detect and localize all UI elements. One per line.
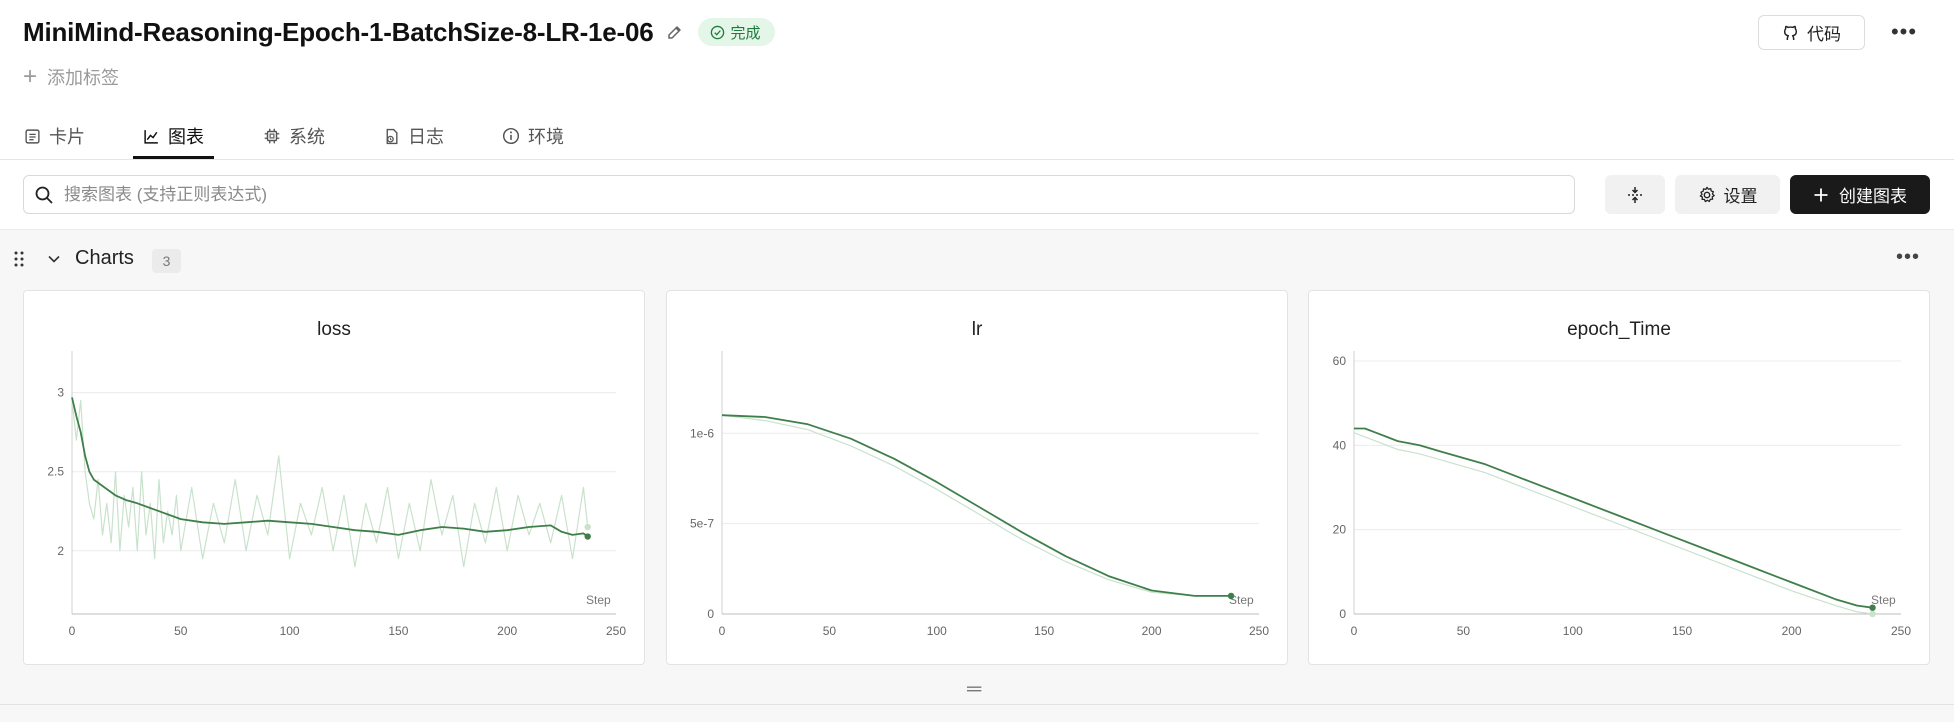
raw-series-line (71, 399, 589, 568)
y-tick-label: 20 (1333, 523, 1347, 537)
y-tick-label: 0 (707, 607, 714, 621)
x-tick-label: 50 (1457, 624, 1471, 638)
chip-icon (264, 128, 280, 144)
tab-environment-label: 环境 (528, 127, 564, 147)
y-tick-label: 5e-7 (690, 517, 714, 531)
x-tick-label: 150 (388, 624, 408, 638)
raw-last-point (1869, 610, 1876, 618)
tab-charts[interactable]: 图表 (133, 113, 214, 159)
title-row: MiniMind-Reasoning-Epoch-1-BatchSize-8-L… (23, 14, 775, 50)
gear-icon (1699, 186, 1715, 202)
settings-button[interactable]: 设置 (1675, 175, 1780, 214)
status-badge: 完成 (697, 18, 775, 46)
y-tick-label: 2.5 (47, 465, 64, 479)
raw-last-point (584, 523, 591, 531)
chart-loss: 2 2.5 3 0 50 100 150 200 250 Step (47, 351, 626, 638)
smoothed-last-point (1869, 604, 1876, 611)
github-icon (1783, 25, 1798, 40)
x-tick-label: 250 (606, 624, 626, 638)
x-tick-label: 50 (174, 624, 188, 638)
x-tick-label: 0 (719, 624, 726, 638)
tab-system[interactable]: 系统 (263, 113, 325, 159)
tab-logs-label: 日志 (408, 127, 444, 147)
plus-icon: + (23, 63, 38, 90)
tab-system-label: 系统 (289, 127, 325, 147)
group-more-icon[interactable]: ••• (1896, 246, 1920, 269)
add-tag-label: 添加标签 (47, 68, 120, 88)
code-button-label: 代码 (1807, 25, 1841, 44)
collapse-all-button[interactable] (1605, 175, 1665, 214)
search-input[interactable] (64, 184, 1574, 205)
tab-charts-label: 图表 (168, 127, 204, 147)
x-tick-label: 100 (927, 624, 947, 638)
resize-handle-icon[interactable]: ═ (967, 678, 981, 701)
search-icon (35, 186, 53, 203)
tab-card-label: 卡片 (49, 127, 85, 147)
x-tick-label: 100 (280, 624, 300, 638)
edit-icon[interactable] (664, 21, 686, 43)
more-options-icon[interactable]: ••• (1888, 18, 1920, 46)
smoothed-series-line (721, 414, 1232, 597)
x-tick-label: 50 (823, 624, 837, 638)
run-header: MiniMind-Reasoning-Epoch-1-BatchSize-8-L… (0, 0, 1954, 160)
run-title: MiniMind-Reasoning-Epoch-1-BatchSize-8-L… (23, 16, 654, 47)
chart-epoch-time: 0 20 40 60 0 50 100 150 200 250 Step (1333, 351, 1911, 638)
chart-group-header: Charts 3 ••• (0, 244, 1954, 276)
smoothed-last-point (1227, 592, 1235, 600)
chart-toolbar: 设置 创建图表 (0, 160, 1954, 230)
raw-series-line (1353, 432, 1873, 615)
chart-card-loss[interactable]: loss 2 2.5 3 0 50 100 150 200 250 Step (23, 290, 645, 665)
check-circle-icon (710, 25, 724, 39)
y-tick-label: 2 (57, 544, 64, 558)
divider (0, 704, 1954, 705)
x-tick-label: 100 (1563, 624, 1583, 638)
create-chart-label: 创建图表 (1839, 187, 1907, 206)
status-label: 完成 (730, 24, 761, 42)
smoothed-last-point (584, 533, 591, 540)
x-tick-label: 150 (1034, 624, 1054, 638)
group-title: Charts (75, 247, 134, 269)
create-chart-button[interactable]: 创建图表 (1790, 175, 1930, 214)
chevron-down-icon[interactable] (46, 251, 62, 272)
search-box (23, 175, 1575, 214)
chart-card-lr[interactable]: lr 0 5e-7 1e-6 0 50 100 150 200 250 Step (666, 290, 1288, 665)
add-tag-button[interactable]: + 添加标签 (23, 64, 119, 90)
drag-handle-icon[interactable] (13, 250, 25, 273)
card-icon (25, 128, 40, 144)
group-count-badge: 3 (152, 249, 181, 273)
x-axis-label: Step (586, 593, 611, 607)
settings-label: 设置 (1723, 187, 1758, 206)
x-tick-label: 200 (1782, 624, 1802, 638)
y-tick-label: 40 (1333, 438, 1347, 452)
code-button[interactable]: 代码 (1758, 15, 1865, 50)
y-tick-label: 3 (57, 386, 64, 400)
log-icon (386, 128, 398, 144)
y-tick-label: 1e-6 (690, 426, 714, 440)
collapse-icon (1628, 186, 1642, 203)
tab-card[interactable]: 卡片 (24, 113, 85, 159)
x-tick-label: 250 (1249, 624, 1269, 638)
info-icon (502, 127, 520, 145)
x-tick-label: 200 (497, 624, 517, 638)
chart-card-epoch-time[interactable]: epoch_Time 0 20 40 60 0 50 100 150 200 250 Step (1308, 290, 1930, 665)
x-tick-label: 0 (69, 624, 76, 638)
x-tick-label: 0 (1351, 624, 1358, 638)
tab-environment[interactable]: 环境 (502, 113, 564, 159)
chart-lr: 05e-71e-60 50 100 150 200 250Step (690, 351, 1269, 638)
x-tick-label: 250 (1891, 624, 1911, 638)
x-tick-label: 200 (1142, 624, 1162, 638)
x-axis-label: Step (1871, 593, 1896, 607)
y-tick-label: 60 (1333, 354, 1347, 368)
tab-logs[interactable]: 日志 (383, 113, 444, 159)
chart-icon (144, 129, 158, 144)
x-tick-label: 150 (1672, 624, 1692, 638)
smoothed-series-line (1354, 427, 1873, 609)
charts-panel: Charts 3 ••• loss 2 2.5 3 0 50 100 150 200 250 St… (0, 230, 1954, 722)
plus-icon (1814, 188, 1828, 201)
smoothed-series-line (71, 397, 589, 538)
y-tick-label: 0 (1339, 607, 1346, 621)
